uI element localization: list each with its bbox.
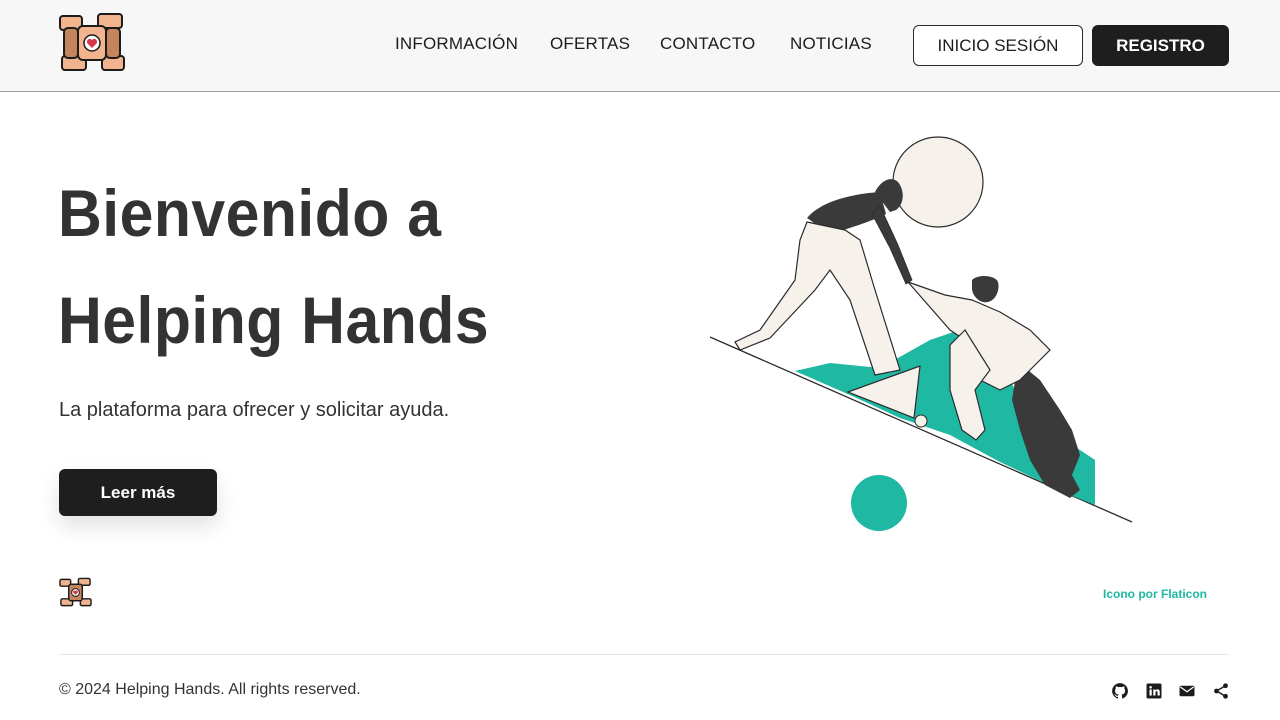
register-button[interactable]: REGISTRO (1092, 25, 1229, 66)
nav-item-noticias[interactable]: NOTICIAS (790, 34, 872, 54)
read-more-button[interactable]: Leer más (59, 469, 217, 516)
site-header: INFORMACIÓN OFERTAS CONTACTO NOTICIAS IN… (0, 0, 1280, 92)
linkedin-icon[interactable] (1145, 682, 1163, 700)
nav-item-contacto[interactable]: CONTACTO (660, 34, 755, 54)
hero-title: Bienvenido a Helping Hands (58, 160, 573, 374)
hero-subtitle: La plataforma para ofrecer y solicitar a… (59, 399, 450, 421)
nav-item-ofertas[interactable]: OFERTAS (550, 34, 630, 54)
github-icon[interactable] (1111, 682, 1129, 700)
copyright-text: © 2024 Helping Hands. All rights reserve… (59, 681, 361, 698)
hero-title-line1: Bienvenido a (58, 176, 442, 250)
flaticon-credit-link[interactable]: Icono por Flaticon (1103, 587, 1207, 601)
share-icon[interactable] (1212, 682, 1230, 700)
hero-title-line2: Helping Hands (58, 283, 490, 357)
flaticon-logo-icon (59, 577, 92, 607)
email-icon[interactable] (1178, 682, 1196, 700)
helping-hands-logo-icon[interactable] (58, 12, 126, 76)
nav-item-informacion[interactable]: INFORMACIÓN (395, 34, 518, 54)
footer-divider (59, 654, 1229, 655)
login-button[interactable]: INICIO SESIÓN (913, 25, 1083, 66)
helping-hand-climb-illustration (709, 136, 1133, 531)
